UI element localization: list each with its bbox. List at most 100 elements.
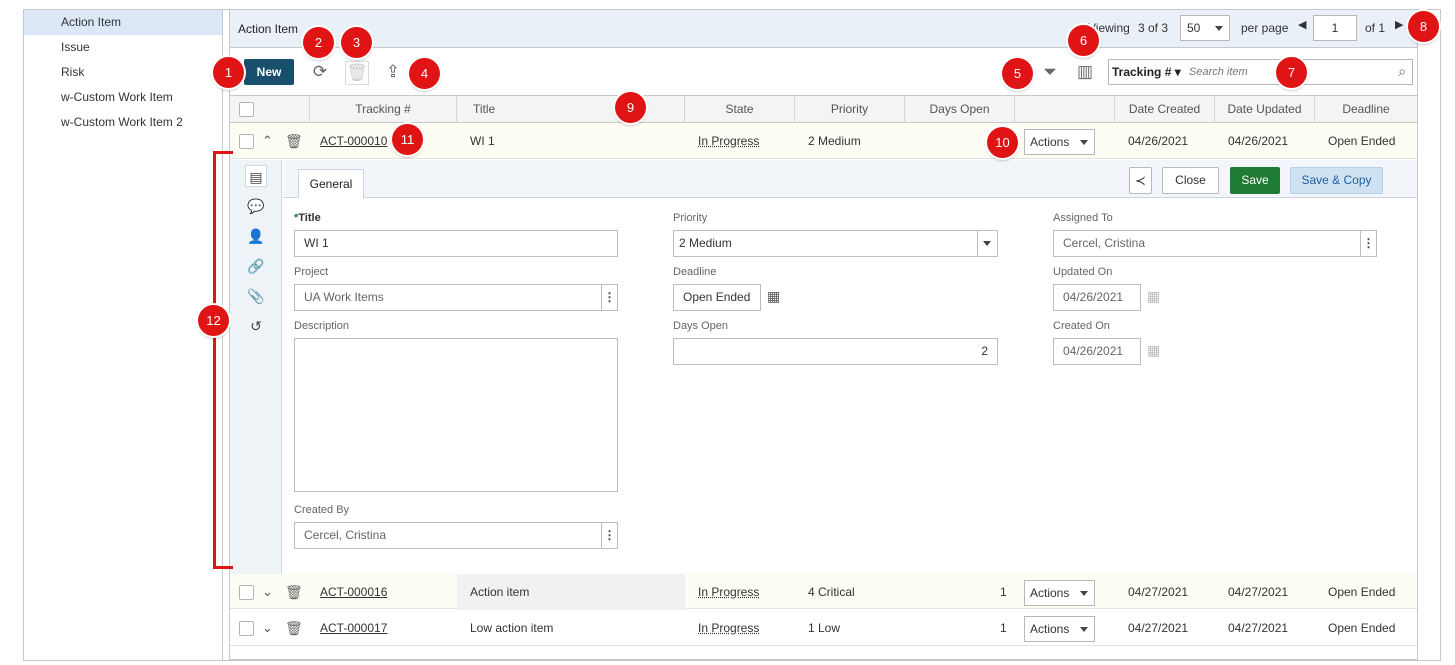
table-row[interactable]: ⌄ 🗑 ACT-000017 Low action item In Progre… xyxy=(230,610,1417,646)
columns-icon[interactable]: ▥ xyxy=(1074,61,1096,83)
chevron-up-icon[interactable]: ⌃ xyxy=(262,123,273,159)
assigned-to-value: Cercel, Cristina xyxy=(1063,236,1146,250)
detail-panel: ▤ 💬 👤 🔗 📎 ↺ General ≺ Close Save Save & … xyxy=(230,160,1417,574)
deadline-field[interactable]: Open Ended xyxy=(673,284,761,311)
actions-dropdown[interactable]: Actions xyxy=(1024,129,1095,155)
tracking-link[interactable]: ACT-000016 xyxy=(320,574,387,610)
close-button[interactable]: Close xyxy=(1162,167,1219,194)
priority-cell: 2 Medium xyxy=(808,134,861,148)
priority-value: 2 Medium xyxy=(679,236,732,250)
save-copy-button[interactable]: Save & Copy xyxy=(1290,167,1383,194)
actions-dropdown[interactable]: Actions xyxy=(1024,580,1095,606)
header-deadline[interactable]: Deadline xyxy=(1315,96,1417,123)
header-title[interactable]: Title xyxy=(457,96,685,123)
row-checkbox[interactable] xyxy=(239,621,254,636)
chevron-down-icon[interactable]: ⌄ xyxy=(262,610,273,646)
document-icon[interactable]: ▤ xyxy=(245,165,267,187)
chevron-down-icon xyxy=(1080,591,1088,596)
trash-icon[interactable]: 🗑 xyxy=(285,610,303,646)
header-date-updated[interactable]: Date Updated xyxy=(1215,96,1315,123)
sidebar-item-risk[interactable]: Risk xyxy=(24,60,222,85)
new-button[interactable]: New xyxy=(244,59,294,85)
link-icon[interactable]: 🔗 xyxy=(245,255,267,277)
deadline-cell: Open Ended xyxy=(1328,585,1396,599)
search-icon[interactable]: ⌕ xyxy=(1398,63,1406,80)
share-icon[interactable]: ≺ xyxy=(1129,167,1152,194)
priority-label: Priority xyxy=(673,212,708,224)
state-link[interactable]: In Progress xyxy=(698,123,759,159)
export-icon[interactable]: ⇪ xyxy=(382,61,404,83)
actions-dropdown[interactable]: Actions xyxy=(1024,616,1095,642)
calendar-icon[interactable]: ▦ xyxy=(767,288,780,305)
row-checkbox[interactable] xyxy=(239,585,254,600)
search-box[interactable]: Tracking # ▾ Search item ⌕ xyxy=(1108,59,1413,85)
app-frame: Action Item Issue Risk w-Custom Work Ite… xyxy=(23,9,1441,661)
title-bar: Action Item Viewing 3 of 3 50 per page ◀… xyxy=(230,10,1417,48)
select-all-checkbox[interactable] xyxy=(239,102,254,117)
priority-select[interactable]: 2 Medium xyxy=(673,230,998,257)
callout-badge: 11 xyxy=(392,124,423,155)
updated-on-value: 04/26/2021 xyxy=(1063,290,1124,304)
next-page-icon[interactable]: ▶ xyxy=(1395,18,1403,44)
created-by-field[interactable]: Cercel, Cristina ⋮ xyxy=(294,522,618,549)
more-icon[interactable]: ⋮ xyxy=(601,523,617,548)
tracking-link[interactable]: ACT-000010 xyxy=(320,123,387,159)
tab-general[interactable]: General xyxy=(298,169,364,199)
priority-cell: 1 Low xyxy=(808,621,841,635)
project-field[interactable]: UA Work Items ⋮ xyxy=(294,284,618,311)
page-input[interactable]: 1 xyxy=(1313,15,1357,41)
tracking-link[interactable]: ACT-000017 xyxy=(320,610,387,646)
more-icon[interactable]: ⋮ xyxy=(1360,231,1376,256)
date-created-cell: 04/27/2021 xyxy=(1128,621,1189,635)
per-page-select[interactable]: 50 xyxy=(1180,15,1230,41)
user-icon[interactable]: 👤 xyxy=(245,225,267,247)
grid-header: Tracking # Title State Priority Days Ope… xyxy=(230,95,1417,123)
header-date-created[interactable]: Date Created xyxy=(1115,96,1215,123)
dropdown-toggle[interactable] xyxy=(977,231,997,256)
sidebar-item-action-item[interactable]: Action Item xyxy=(24,10,222,35)
chevron-down-icon[interactable]: ⌄ xyxy=(262,574,273,610)
row-checkbox[interactable] xyxy=(239,134,254,149)
prev-page-icon[interactable]: ◀ xyxy=(1298,18,1306,44)
deadline-cell: Open Ended xyxy=(1328,134,1396,148)
calendar-icon: ▦ xyxy=(1147,288,1161,304)
search-input[interactable]: Search item xyxy=(1189,66,1248,78)
trash-icon[interactable]: 🗑 xyxy=(285,123,303,159)
sidebar-item-custom-work-item[interactable]: w-Custom Work Item xyxy=(24,85,222,110)
filter-icon[interactable]: ⏷ xyxy=(1039,61,1061,83)
days-open-value: 2 xyxy=(981,344,988,358)
description-label: Description xyxy=(294,320,350,332)
refresh-icon[interactable]: ⟳ xyxy=(309,61,331,83)
table-row[interactable]: ⌄ 🗑 ACT-000016 Action item In Progress 4… xyxy=(230,573,1417,610)
assigned-to-field[interactable]: Cercel, Cristina ⋮ xyxy=(1053,230,1377,257)
paperclip-icon[interactable]: 📎 xyxy=(245,285,267,307)
days-open-field[interactable]: 2 xyxy=(673,338,998,365)
header-priority[interactable]: Priority xyxy=(795,96,905,123)
trash-icon[interactable]: 🗑 xyxy=(345,61,369,85)
sidebar-item-custom-work-item-2[interactable]: w-Custom Work Item 2 xyxy=(24,110,222,135)
state-link[interactable]: In Progress xyxy=(698,610,759,646)
created-on-field: 04/26/2021 xyxy=(1053,338,1141,365)
title-field[interactable]: WI 1 xyxy=(294,230,618,257)
callout-badge: 7 xyxy=(1276,57,1307,88)
trash-icon[interactable]: 🗑 xyxy=(285,574,303,610)
header-tracking[interactable]: Tracking # xyxy=(310,96,457,123)
header-state[interactable]: State xyxy=(685,96,795,123)
header-days-open[interactable]: Days Open xyxy=(905,96,1015,123)
more-icon[interactable]: ⋮ xyxy=(601,285,617,310)
vertical-tabs: ▤ 💬 👤 🔗 📎 ↺ xyxy=(230,160,282,574)
callout-bracket xyxy=(213,151,216,568)
sidebar-item-issue[interactable]: Issue xyxy=(24,35,222,60)
comment-icon[interactable]: 💬 xyxy=(245,195,267,217)
search-field-select[interactable]: Tracking # ▾ xyxy=(1112,65,1181,79)
detail-tab-bar: General ≺ Close Save Save & Copy xyxy=(283,160,1417,199)
chevron-down-icon xyxy=(1080,140,1088,145)
callout-badge: 12 xyxy=(198,305,229,336)
save-button[interactable]: Save xyxy=(1230,167,1280,194)
description-field[interactable] xyxy=(294,338,618,492)
history-icon[interactable]: ↺ xyxy=(245,315,267,337)
deadline-cell: Open Ended xyxy=(1328,621,1396,635)
project-value: UA Work Items xyxy=(304,290,384,304)
title-label: *Title xyxy=(294,212,321,224)
state-link[interactable]: In Progress xyxy=(698,574,759,610)
